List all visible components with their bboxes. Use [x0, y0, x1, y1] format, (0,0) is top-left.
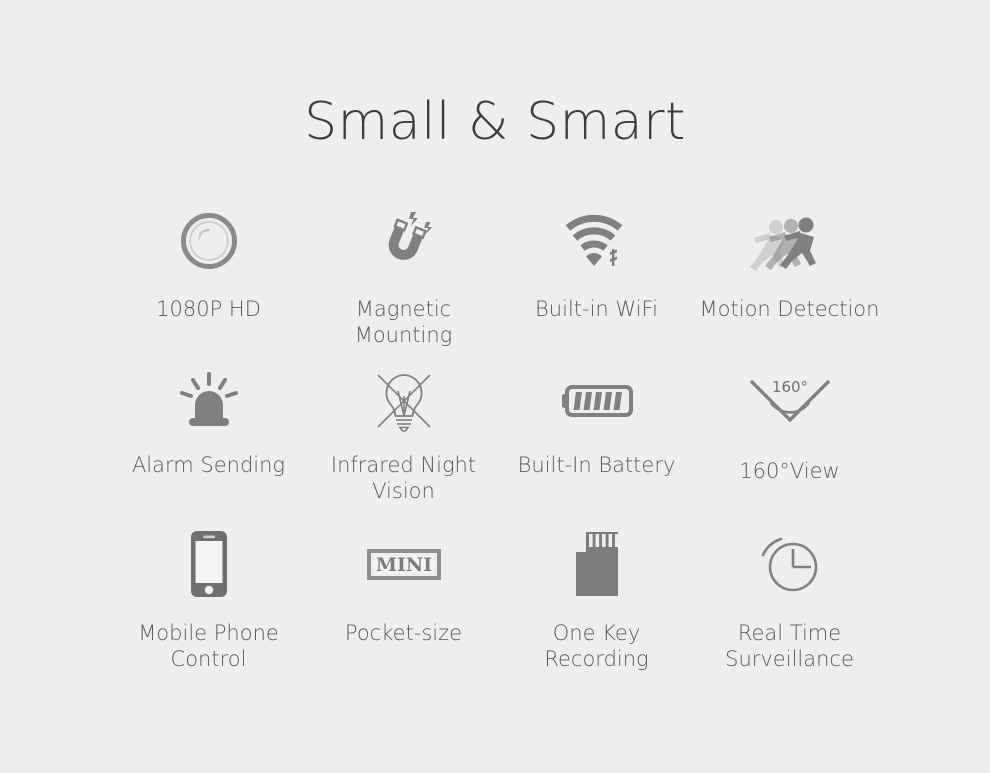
feature-label: Infrared Night Vision — [330, 453, 477, 504]
feature-label: 1080P HD — [156, 297, 261, 321]
feature-item-magnetic-mounting: Magnetic Mounting — [307, 200, 500, 349]
feature-item-alarm-sending: Alarm Sending — [112, 362, 305, 478]
page-title: Small & Smart — [304, 92, 686, 152]
wifi-icon — [562, 200, 632, 282]
feature-item-built-in-battery: Built-In Battery — [500, 362, 693, 478]
feature-item-pocket-size: MINI Pocket-size — [307, 524, 500, 646]
feature-item-mobile-phone-control: Mobile Phone Control — [112, 524, 305, 673]
feature-label: Built-In Battery — [517, 453, 676, 477]
feature-label: Magnetic Mounting — [354, 297, 453, 348]
running-people-icon — [746, 200, 834, 288]
mini-badge-text: MINI — [375, 554, 431, 576]
feature-row: 1080P HD Magnetic Mounting Built-in WiFi… — [0, 200, 990, 362]
battery-icon — [560, 362, 634, 440]
feature-label: One Key Recording — [544, 621, 649, 672]
feature-label: Mobile Phone Control — [138, 621, 279, 672]
feature-row: Alarm Sending Infrared Night Vision Buil… — [0, 362, 990, 524]
feature-label: 160°View — [739, 459, 840, 483]
feature-label: Pocket-size — [344, 621, 463, 645]
feature-item-motion-detection: Motion Detection — [693, 200, 886, 322]
feature-label: Motion Detection — [699, 297, 880, 321]
wide-angle-icon: 160° — [745, 362, 835, 440]
magnet-icon — [371, 200, 437, 282]
feature-item-1080p-hd: 1080P HD — [112, 200, 305, 322]
feature-label: Built-in WiFi — [535, 297, 658, 321]
feature-label: Real Time Surveillance — [725, 621, 854, 672]
feature-item-160-view: 160° 160°View — [693, 362, 886, 484]
feature-item-real-time-surveillance: Real Time Surveillance — [693, 524, 886, 673]
feature-label: Alarm Sending — [131, 453, 286, 477]
feature-item-one-key-recording: One Key Recording — [500, 524, 693, 673]
siren-icon — [178, 362, 240, 440]
sd-card-icon — [572, 524, 622, 604]
crossed-out-bulb-icon — [373, 362, 435, 440]
features-grid: 1080P HD Magnetic Mounting Built-in WiFi… — [0, 200, 990, 694]
smartphone-icon — [187, 524, 231, 604]
angle-text: 160° — [771, 378, 807, 396]
feature-grid-page: Small & Smart 1080P HD Magnetic Mounting… — [0, 0, 990, 773]
feature-item-infrared-night-vision: Infrared Night Vision — [307, 362, 500, 505]
feature-item-built-in-wifi: Built-in WiFi — [500, 200, 693, 322]
clock-icon — [757, 524, 823, 604]
camera-lens-icon — [179, 200, 239, 282]
feature-row: Mobile Phone Control MINI Pocket-size On… — [0, 524, 990, 694]
mini-badge-icon: MINI — [366, 524, 441, 604]
